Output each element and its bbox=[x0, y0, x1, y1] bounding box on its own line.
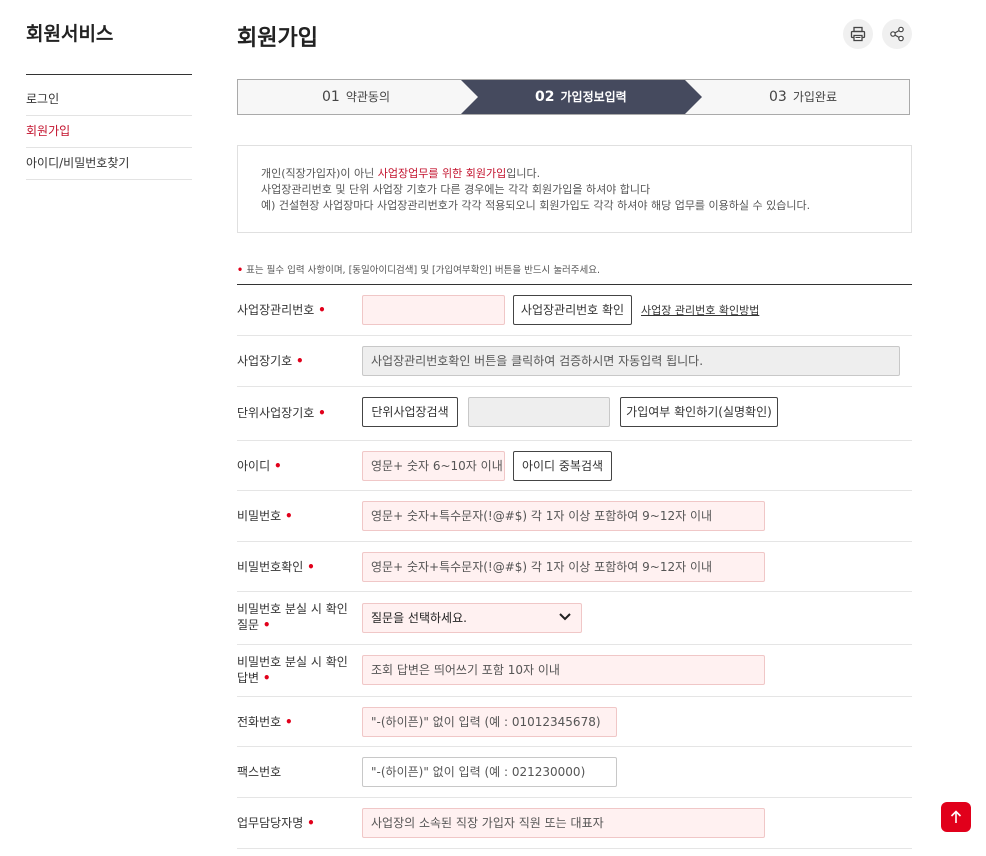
notice-line-2: 사업장관리번호 및 단위 사업장 기호가 다른 경우에는 각각 회원가입을 하셔… bbox=[261, 183, 651, 196]
user-id-input[interactable]: 영문+ 숫자 6~10자 이내 bbox=[362, 451, 505, 481]
notice-line-3: 예) 건설현장 사업장마다 사업장관리번호가 각각 적용되오니 회원가입도 각각… bbox=[261, 199, 811, 212]
biz-no-help-link[interactable]: 사업장 관리번호 확인방법 bbox=[641, 302, 759, 318]
chevron-down-icon bbox=[559, 613, 571, 621]
print-icon bbox=[850, 26, 866, 42]
label-password-confirm: 비밀번호확인 • bbox=[237, 560, 315, 574]
required-note: • 표는 필수 입력 사항이며, [동일아이디검색] 및 [가입여부확인] 버튼… bbox=[237, 265, 601, 276]
password-input[interactable]: 영문+ 숫자+특수문자(!@#$) 각 1자 이상 포함하여 9~12자 이내 bbox=[362, 501, 765, 531]
label-phone: 전화번호 • bbox=[237, 715, 293, 729]
share-button[interactable] bbox=[882, 19, 912, 49]
label-manager: 업무담당자명 • bbox=[237, 816, 315, 830]
sidebar-title: 회원서비스 bbox=[26, 23, 114, 45]
row-unit-biz-code: 단위사업장기호 • 단위사업장검색 가입여부 확인하기(실명확인) bbox=[237, 387, 912, 441]
sidebar-divider bbox=[26, 74, 192, 75]
membership-check-button[interactable]: 가입여부 확인하기(실명확인) bbox=[620, 397, 778, 427]
row-manager: 업무담당자명 • 사업장의 소속된 직장 가입자 직원 또는 대표자 bbox=[237, 798, 912, 849]
row-fax: 팩스번호 "-(하이픈)" 없이 입력 (예 : 021230000) bbox=[237, 747, 912, 798]
biz-no-check-button[interactable]: 사업장관리번호 확인 bbox=[513, 295, 632, 325]
fax-input[interactable]: "-(하이픈)" 없이 입력 (예 : 021230000) bbox=[362, 757, 617, 787]
label-question: 비밀번호 분실 시 확인 질문 • bbox=[237, 602, 348, 632]
label-password: 비밀번호 • bbox=[237, 509, 293, 523]
notice-line-1: 개인(직장가입자)이 아닌 사업장업무를 위한 회원가입입니다. bbox=[261, 167, 541, 180]
notice-box: 개인(직장가입자)이 아닌 사업장업무를 위한 회원가입입니다. 사업장관리번호… bbox=[237, 145, 912, 233]
manager-input[interactable]: 사업장의 소속된 직장 가입자 직원 또는 대표자 bbox=[362, 808, 765, 838]
signup-steps: 01 약관동의 02 가입정보입력 03 가입완료 bbox=[237, 79, 910, 115]
row-answer: 비밀번호 분실 시 확인 답변 • 조회 답변은 띄어쓰기 포함 10자 이내 bbox=[237, 645, 912, 697]
label-user-id: 아이디 • bbox=[237, 459, 282, 473]
answer-input[interactable]: 조회 답변은 띄어쓰기 포함 10자 이내 bbox=[362, 655, 765, 685]
password-confirm-input[interactable]: 영문+ 숫자+특수문자(!@#$) 각 1자 이상 포함하여 9~12자 이내 bbox=[362, 552, 765, 582]
unit-biz-search-button[interactable]: 단위사업장검색 bbox=[362, 397, 458, 427]
phone-input[interactable]: "-(하이픈)" 없이 입력 (예 : 01012345678) bbox=[362, 707, 617, 737]
row-password-confirm: 비밀번호확인 • 영문+ 숫자+특수문자(!@#$) 각 1자 이상 포함하여 … bbox=[237, 542, 912, 592]
row-password: 비밀번호 • 영문+ 숫자+특수문자(!@#$) 각 1자 이상 포함하여 9~… bbox=[237, 491, 912, 542]
question-select[interactable]: 질문을 선택하세요. bbox=[362, 603, 582, 633]
biz-no-input[interactable] bbox=[362, 295, 505, 325]
sidebar-menu: 로그인 회원가입 아이디/비밀번호찾기 bbox=[26, 84, 192, 180]
label-fax: 팩스번호 bbox=[237, 765, 282, 779]
share-icon bbox=[890, 26, 904, 42]
row-biz-no: 사업장관리번호 • 사업장관리번호 확인 사업장 관리번호 확인방법 bbox=[237, 285, 912, 336]
signup-form: 사업장관리번호 • 사업장관리번호 확인 사업장 관리번호 확인방법 사업장기호… bbox=[237, 284, 912, 849]
scroll-top-button[interactable] bbox=[941, 802, 971, 832]
unit-biz-code-input[interactable] bbox=[468, 397, 610, 427]
row-phone: 전화번호 • "-(하이픈)" 없이 입력 (예 : 01012345678) bbox=[237, 697, 912, 747]
label-answer: 비밀번호 분실 시 확인 답변 • bbox=[237, 655, 348, 685]
label-biz-no: 사업장관리번호 • bbox=[237, 303, 326, 317]
page-title: 회원가입 bbox=[237, 26, 318, 51]
biz-code-input[interactable]: 사업장관리번호확인 버튼을 클릭하여 검증하시면 자동입력 됩니다. bbox=[362, 346, 900, 376]
step-complete: 03 가입완료 bbox=[769, 89, 837, 105]
label-biz-code: 사업장기호 • bbox=[237, 354, 304, 368]
row-biz-code: 사업장기호 • 사업장관리번호확인 버튼을 클릭하여 검증하시면 자동입력 됩니… bbox=[237, 336, 912, 387]
arrow-up-icon bbox=[950, 810, 962, 823]
question-selected-value: 질문을 선택하세요. bbox=[371, 611, 467, 625]
step-terms: 01 약관동의 bbox=[322, 89, 390, 105]
print-button[interactable] bbox=[843, 19, 873, 49]
sidebar-item-find-account[interactable]: 아이디/비밀번호찾기 bbox=[26, 148, 192, 180]
step-info-input: 02 가입정보입력 bbox=[535, 89, 627, 105]
id-duplicate-check-button[interactable]: 아이디 중복검색 bbox=[513, 451, 612, 481]
row-user-id: 아이디 • 영문+ 숫자 6~10자 이내 아이디 중복검색 bbox=[237, 441, 912, 491]
sidebar-item-signup[interactable]: 회원가입 bbox=[26, 116, 192, 148]
row-question: 비밀번호 분실 시 확인 질문 • 질문을 선택하세요. bbox=[237, 592, 912, 645]
sidebar-item-login[interactable]: 로그인 bbox=[26, 84, 192, 116]
label-unit-biz-code: 단위사업장기호 • bbox=[237, 406, 326, 420]
